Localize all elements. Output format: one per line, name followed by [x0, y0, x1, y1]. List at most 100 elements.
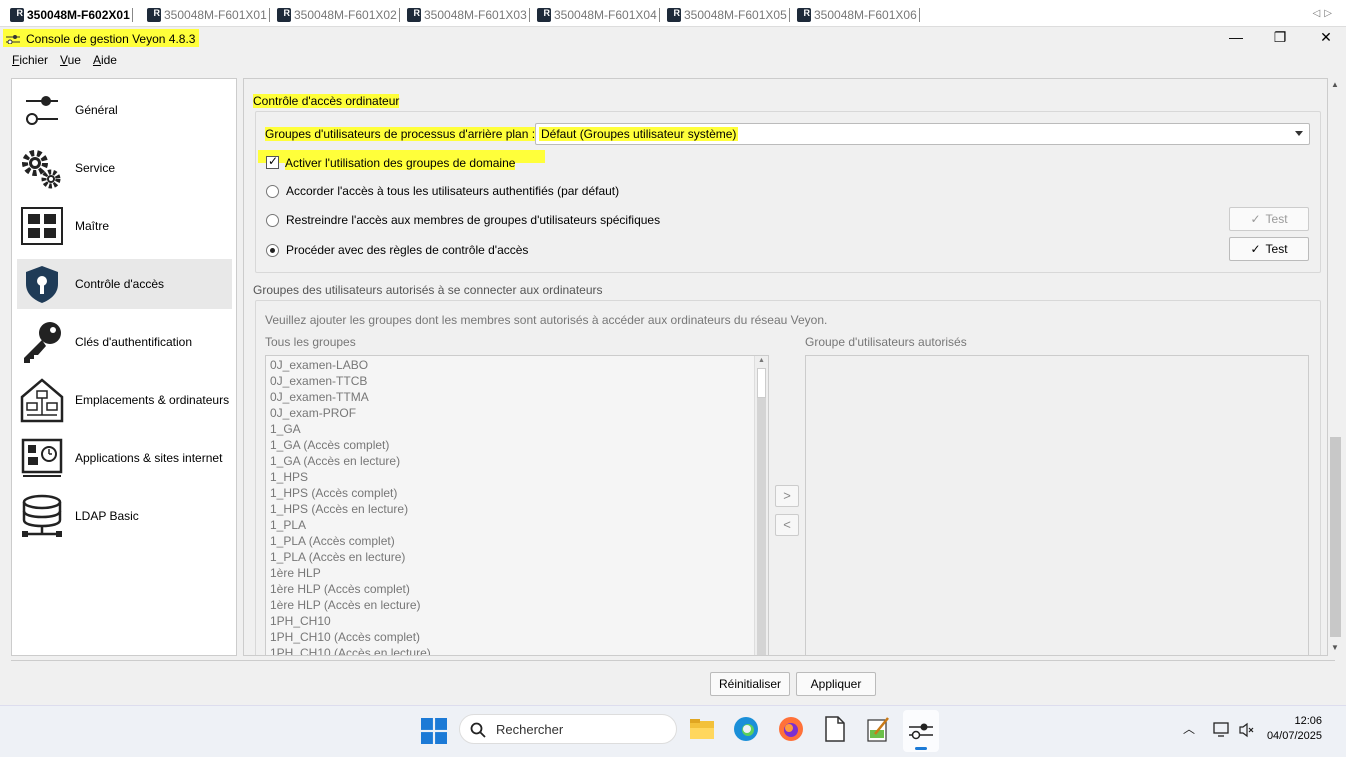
scroll-down-icon[interactable]: ▼ [1331, 643, 1339, 652]
taskbar-veyon-active[interactable] [903, 710, 939, 752]
firefox-icon[interactable] [778, 716, 804, 742]
list-item[interactable]: 1PH_CH10 [266, 613, 768, 629]
radio-all-users-label: Accorder l'accès à tous les utilisateurs… [286, 184, 620, 198]
search-icon [470, 722, 486, 738]
apply-button[interactable]: Appliquer [796, 672, 876, 696]
sidebar-item-cles[interactable]: Clés d'authentification [17, 317, 232, 367]
sidebar-item-applications[interactable]: Applications & sites internet [17, 433, 232, 483]
grid-icon [19, 203, 65, 249]
network-house-icon [19, 377, 65, 423]
access-control-panel: Contrôle d'accès ordinateur Groupes d'ut… [243, 78, 1328, 656]
menu-fichier[interactable]: Fichier [12, 50, 48, 70]
document-icon[interactable] [822, 716, 848, 742]
list-item[interactable]: 1_HPS (Accès complet) [266, 485, 768, 501]
test-rules-button[interactable]: ✓ Test [1229, 237, 1309, 261]
veyon-app-icon [909, 723, 933, 740]
remote-tab[interactable]: 350048M-F601X01 [147, 6, 270, 24]
scroll-up-icon[interactable]: ▲ [1331, 80, 1339, 89]
check-icon: ✓ [1250, 212, 1261, 226]
title-bar: Console de gestion Veyon 4.8.3 — ❐ ✕ [0, 27, 1346, 50]
remote-icon [147, 8, 161, 22]
remote-tab[interactable]: 350048M-F601X04 [537, 6, 660, 24]
add-group-button[interactable]: > [775, 485, 799, 507]
sidebar: Général Service Maître Contrôle d'accès … [11, 78, 237, 656]
list-item[interactable]: 1ère HLP (Accès complet) [266, 581, 768, 597]
sidebar-item-emplacements[interactable]: Emplacements & ordinateurs [17, 375, 232, 425]
chevron-down-icon [1295, 131, 1303, 136]
remote-icon [797, 8, 811, 22]
remote-tab[interactable]: 350048M-F601X06 [797, 6, 920, 24]
notepad-icon[interactable] [865, 716, 891, 742]
minimize-button[interactable]: — [1216, 29, 1256, 47]
authorized-groups-label: Groupe d'utilisateurs autorisés [805, 335, 967, 349]
list-item[interactable]: 1_PLA (Accès complet) [266, 533, 768, 549]
radio-all-users[interactable] [266, 185, 279, 198]
remote-tab[interactable]: 350048M-F601X02 [277, 6, 400, 24]
menu-vue[interactable]: Vue [60, 50, 81, 70]
windows-start-icon[interactable] [421, 718, 447, 744]
list-item[interactable]: 1_HPS [266, 469, 768, 485]
list-item[interactable]: 0J_examen-LABO [266, 357, 768, 373]
section-title-groups: Groupes des utilisateurs autorisés à se … [253, 283, 603, 297]
remote-icon [277, 8, 291, 22]
gears-icon [19, 145, 65, 191]
authorized-groups-list[interactable] [805, 355, 1309, 655]
main-scrollbar[interactable]: ▲ ▼ [1328, 78, 1343, 656]
groups-hint: Veuillez ajouter les groupes dont les me… [265, 313, 828, 327]
close-button[interactable]: ✕ [1306, 29, 1346, 47]
sidebar-item-maitre[interactable]: Maître [17, 201, 232, 251]
backend-select[interactable]: Défaut (Groupes utilisateur système) [535, 123, 1310, 145]
veyon-app-icon [6, 34, 20, 44]
list-item[interactable]: 0J_examen-TTCB [266, 373, 768, 389]
clock-time: 12:06 [1294, 715, 1322, 727]
domain-groups-checkbox[interactable] [266, 154, 279, 169]
sidebar-item-service[interactable]: Service [17, 143, 232, 193]
window-title: Console de gestion Veyon 4.8.3 [3, 29, 200, 47]
chevron-right-icon: > [783, 488, 791, 503]
list-item[interactable]: 0J_exam-PROF [266, 405, 768, 421]
remote-tab[interactable]: 350048M-F602X01 [10, 6, 133, 24]
all-groups-label: Tous les groupes [265, 335, 356, 349]
list-item[interactable]: 1_GA (Accès complet) [266, 437, 768, 453]
list-item[interactable]: 1ère HLP [266, 565, 768, 581]
all-groups-scrollbar[interactable]: ▲ [754, 356, 768, 655]
radio-restrict-groups[interactable] [266, 214, 279, 227]
sidebar-item-controle-acces[interactable]: Contrôle d'accès [17, 259, 232, 309]
remote-icon [537, 8, 551, 22]
list-item[interactable]: 1_PLA (Accès en lecture) [266, 549, 768, 565]
system-clock[interactable]: 12:06 04/07/2025 [1267, 714, 1322, 744]
network-icon[interactable] [1213, 722, 1231, 738]
scroll-up-icon[interactable]: ▲ [758, 357, 765, 364]
list-item[interactable]: 1_PLA [266, 517, 768, 533]
remote-icon [667, 8, 681, 22]
list-item[interactable]: 1_HPS (Accès en lecture) [266, 501, 768, 517]
all-groups-list[interactable]: 0J_examen-LABO 0J_examen-TTCB 0J_examen-TT… [265, 355, 769, 655]
remove-group-button[interactable]: < [775, 514, 799, 536]
backend-label: Groupes d'utilisateurs de processus d'ar… [265, 127, 536, 141]
test-restrict-button[interactable]: ✓ Test [1229, 207, 1309, 231]
taskbar-search[interactable]: Rechercher [459, 714, 677, 744]
file-explorer-icon[interactable] [689, 716, 715, 742]
list-item[interactable]: 1PH_CH10 (Accès complet) [266, 629, 768, 645]
list-item[interactable]: 1ère HLP (Accès en lecture) [266, 597, 768, 613]
list-item[interactable]: 1PH_CH10 (Accès en lecture) [266, 645, 768, 655]
tab-scroll-arrows[interactable]: ◁▷ [1313, 8, 1336, 19]
sidebar-item-ldap[interactable]: LDAP Basic [17, 491, 232, 541]
database-icon [19, 493, 65, 539]
menu-aide[interactable]: Aide [93, 50, 117, 70]
radio-access-rules[interactable] [266, 244, 279, 257]
list-item[interactable]: 0J_examen-TTMA [266, 389, 768, 405]
check-icon: ✓ [1250, 242, 1261, 256]
edge-browser-icon[interactable] [733, 716, 759, 742]
sidebar-item-general[interactable]: Général [17, 85, 232, 135]
list-item[interactable]: 1_GA [266, 421, 768, 437]
remote-tab[interactable]: 350048M-F601X03 [407, 6, 530, 24]
volume-muted-icon[interactable] [1238, 722, 1254, 738]
chevron-up-icon[interactable]: ︿ [1183, 720, 1195, 737]
radio-access-rules-label: Procéder avec des règles de contrôle d'a… [286, 243, 529, 257]
remote-tab[interactable]: 350048M-F601X05 [667, 6, 790, 24]
maximize-button[interactable]: ❐ [1260, 29, 1300, 47]
reset-button[interactable]: Réinitialiser [710, 672, 790, 696]
chevron-left-icon: < [783, 517, 791, 532]
list-item[interactable]: 1_GA (Accès en lecture) [266, 453, 768, 469]
